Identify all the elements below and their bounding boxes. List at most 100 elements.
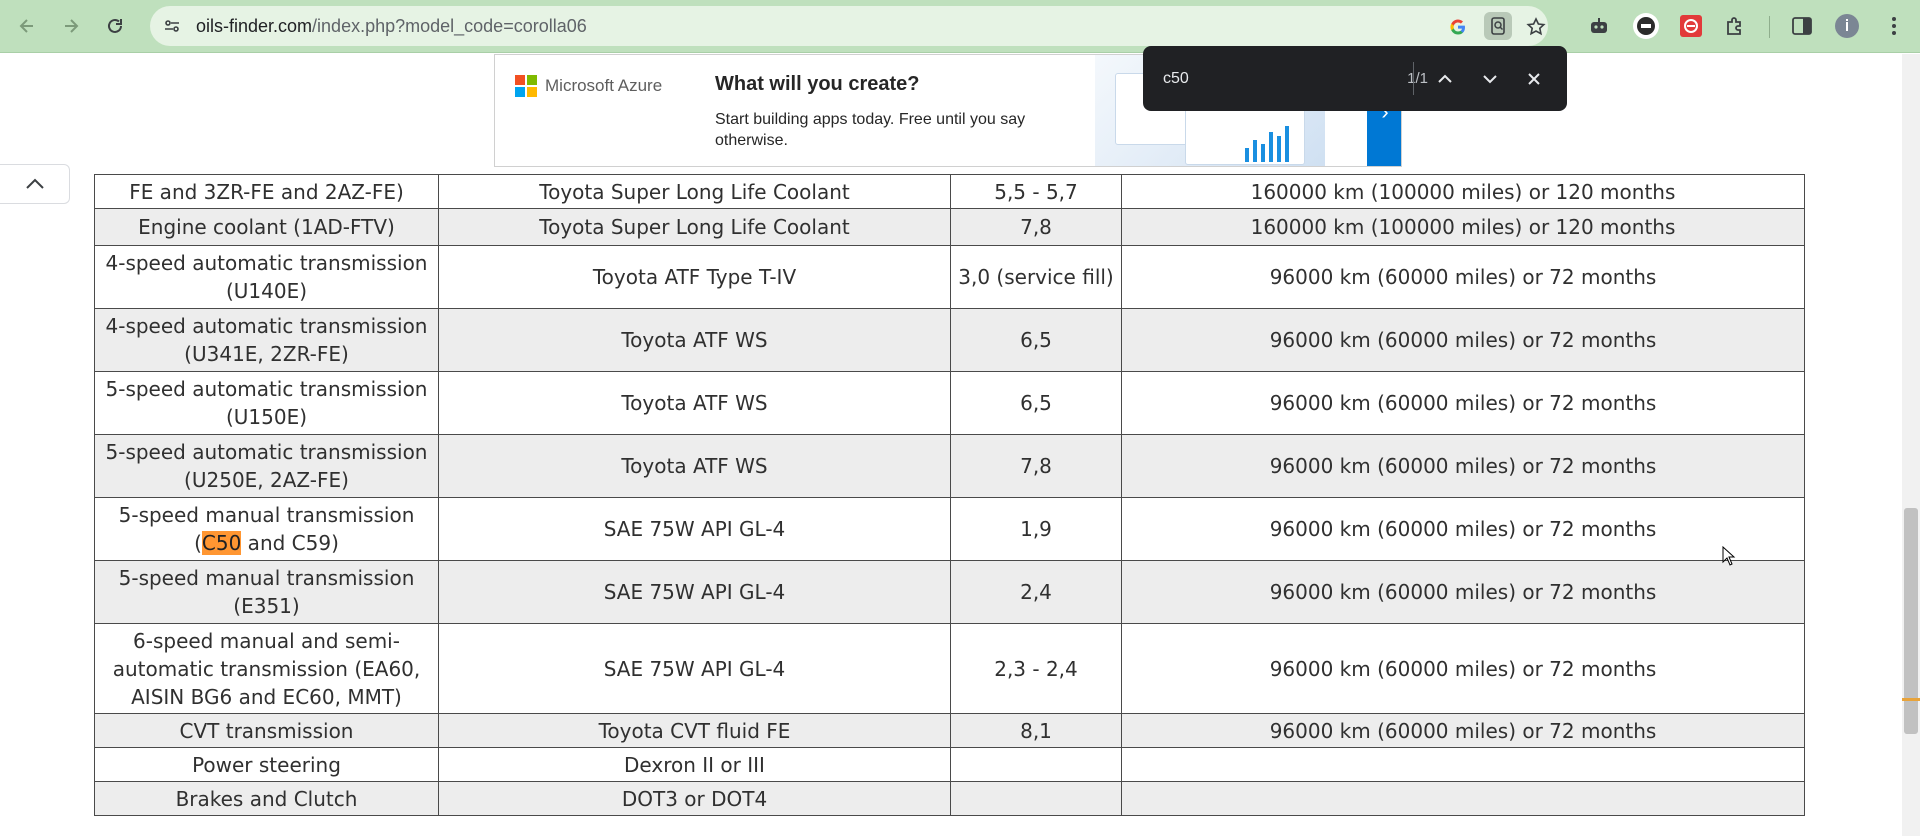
table-row: 5-speed automatic transmission (U150E) To… bbox=[94, 371, 1805, 435]
cell-component: FE and 3ZR-FE and 2AZ-FE) bbox=[94, 174, 439, 209]
cell-interval: 96000 km (60000 miles) or 72 months bbox=[1121, 434, 1805, 498]
reload-icon bbox=[108, 18, 122, 33]
cell-capacity: 6,5 bbox=[950, 308, 1122, 372]
cell-fluid: Toyota ATF WS bbox=[438, 371, 951, 435]
cell-fluid: SAE 75W API GL-4 bbox=[438, 560, 951, 624]
component-text-after: and C59) bbox=[241, 531, 339, 555]
cell-interval: 96000 km (60000 miles) or 72 months bbox=[1121, 713, 1805, 748]
site-info-icon[interactable] bbox=[162, 16, 182, 36]
cell-component: Brakes and Clutch bbox=[94, 781, 439, 816]
cell-capacity: 6,5 bbox=[950, 371, 1122, 435]
address-bar[interactable]: oils-finder.com/index.php?model_code=cor… bbox=[150, 6, 1548, 46]
page-content: FE and 3ZR-FE and 2AZ-FE) Toyota Super Lo… bbox=[0, 54, 1902, 836]
cell-interval: 160000 km (100000 miles) or 120 months bbox=[1121, 208, 1805, 246]
url-text[interactable]: oils-finder.com/index.php?model_code=cor… bbox=[196, 6, 587, 46]
cell-fluid: Toyota Super Long Life Coolant bbox=[438, 174, 951, 209]
cell-fluid: Toyota CVT fluid FE bbox=[438, 713, 951, 748]
cell-capacity bbox=[950, 781, 1122, 816]
toolbar-divider bbox=[1769, 16, 1770, 38]
bookmark-star-icon[interactable] bbox=[1524, 15, 1548, 39]
extension-robot-icon[interactable] bbox=[1585, 12, 1613, 40]
cell-component: 4-speed automatic transmission (U140E) bbox=[94, 245, 439, 309]
extension-red-icon[interactable] bbox=[1677, 12, 1705, 40]
cell-component: Engine coolant (1AD-FTV) bbox=[94, 208, 439, 246]
table-row: FE and 3ZR-FE and 2AZ-FE) Toyota Super Lo… bbox=[94, 174, 1805, 209]
cell-fluid: Toyota ATF Type T-IV bbox=[438, 245, 951, 309]
side-panel-icon[interactable] bbox=[1788, 12, 1816, 40]
table-row: 4-speed automatic transmission (U341E, 2… bbox=[94, 308, 1805, 372]
find-match-count: 1/1 bbox=[1407, 70, 1428, 87]
google-icon[interactable] bbox=[1446, 15, 1470, 39]
extensions-puzzle-icon[interactable] bbox=[1721, 12, 1749, 40]
ad-subtext: Start building apps today. Free until yo… bbox=[715, 111, 1026, 149]
find-highlight: C50 bbox=[201, 531, 242, 555]
cell-interval: 96000 km (60000 miles) or 72 months bbox=[1121, 245, 1805, 309]
chevron-up-icon bbox=[1438, 74, 1452, 83]
find-match-marker bbox=[1902, 698, 1920, 701]
table-row: Brakes and Clutch DOT3 or DOT4 bbox=[94, 781, 1805, 816]
back-to-top-button[interactable] bbox=[0, 164, 70, 204]
find-previous-button[interactable] bbox=[1430, 64, 1460, 94]
cell-component: Power steering bbox=[94, 747, 439, 782]
menu-kebab-icon[interactable] bbox=[1880, 12, 1908, 40]
ad-headline: What will you create? bbox=[715, 73, 920, 95]
table-row: Engine coolant (1AD-FTV) Toyota Super Lon… bbox=[94, 208, 1805, 246]
cell-capacity: 7,8 bbox=[950, 208, 1122, 246]
cell-capacity: 5,5 - 5,7 bbox=[950, 174, 1122, 209]
ad-logo: Microsoft Azure bbox=[515, 75, 662, 97]
cell-fluid: Dexron II or III bbox=[438, 747, 951, 782]
cell-fluid: SAE 75W API GL-4 bbox=[438, 497, 951, 561]
mouse-cursor-icon bbox=[1722, 546, 1736, 566]
extension-badge-icon[interactable] bbox=[1632, 12, 1660, 40]
cell-interval: 96000 km (60000 miles) or 72 months bbox=[1121, 308, 1805, 372]
find-bar: 1/1 bbox=[1143, 46, 1567, 111]
find-next-button[interactable] bbox=[1475, 64, 1505, 94]
cell-capacity: 7,8 bbox=[950, 434, 1122, 498]
url-host: oils-finder.com bbox=[196, 16, 313, 36]
ad-brand: Microsoft Azure bbox=[545, 76, 663, 95]
microsoft-logo-icon bbox=[515, 75, 537, 97]
find-in-page-icon[interactable] bbox=[1484, 12, 1512, 40]
cell-component: CVT transmission bbox=[94, 713, 439, 748]
cell-interval: 96000 km (60000 miles) or 72 months bbox=[1121, 560, 1805, 624]
table-row: 5-speed manual transmission (E351) SAE 75… bbox=[94, 560, 1805, 624]
cell-capacity: 8,1 bbox=[950, 713, 1122, 748]
cell-component: 5-speed manual transmission (C50 and C59… bbox=[94, 497, 439, 561]
forward-button[interactable] bbox=[56, 11, 86, 41]
chevron-down-icon bbox=[1483, 75, 1497, 84]
cell-capacity: 1,9 bbox=[950, 497, 1122, 561]
cell-fluid: DOT3 or DOT4 bbox=[438, 781, 951, 816]
cell-capacity: 2,4 bbox=[950, 560, 1122, 624]
reload-button[interactable] bbox=[100, 11, 130, 41]
cell-component: 4-speed automatic transmission (U341E, 2… bbox=[94, 308, 439, 372]
cell-interval: 160000 km (100000 miles) or 120 months bbox=[1121, 174, 1805, 209]
cell-interval: 96000 km (60000 miles) or 72 months bbox=[1121, 371, 1805, 435]
find-input[interactable] bbox=[1163, 46, 1383, 111]
cell-fluid: Toyota Super Long Life Coolant bbox=[438, 208, 951, 246]
browser-toolbar: oils-finder.com/index.php?model_code=cor… bbox=[0, 0, 1920, 53]
table-row: CVT transmission Toyota CVT fluid FE 8,1 96… bbox=[94, 713, 1805, 748]
chevron-up-icon bbox=[25, 178, 44, 189]
close-icon bbox=[1528, 73, 1540, 85]
cell-interval: 96000 km (60000 miles) or 72 months bbox=[1121, 497, 1805, 561]
profile-avatar[interactable] bbox=[1833, 12, 1861, 40]
cell-component: 6-speed manual and semi-automatic transm… bbox=[94, 623, 439, 714]
page-scrollbar[interactable] bbox=[1902, 54, 1920, 836]
arrow-right-icon bbox=[65, 19, 79, 33]
oil-spec-table: FE and 3ZR-FE and 2AZ-FE) Toyota Super Lo… bbox=[94, 174, 1805, 816]
table-row: 5-speed automatic transmission (U250E, 2… bbox=[94, 434, 1805, 498]
cell-fluid: Toyota ATF WS bbox=[438, 434, 951, 498]
find-divider bbox=[1413, 62, 1414, 95]
cell-interval bbox=[1121, 747, 1805, 782]
cell-component: 5-speed automatic transmission (U150E) bbox=[94, 371, 439, 435]
cell-fluid: SAE 75W API GL-4 bbox=[438, 623, 951, 714]
table-row: 4-speed automatic transmission (U140E) To… bbox=[94, 245, 1805, 309]
back-button[interactable] bbox=[12, 11, 42, 41]
cell-capacity bbox=[950, 747, 1122, 782]
cell-fluid: Toyota ATF WS bbox=[438, 308, 951, 372]
cell-capacity: 3,0 (service fill) bbox=[950, 245, 1122, 309]
table-row: 6-speed manual and semi-automatic transm… bbox=[94, 623, 1805, 714]
cell-component: 5-speed manual transmission (E351) bbox=[94, 560, 439, 624]
cell-component: 5-speed automatic transmission (U250E, 2… bbox=[94, 434, 439, 498]
find-close-button[interactable] bbox=[1519, 64, 1549, 94]
